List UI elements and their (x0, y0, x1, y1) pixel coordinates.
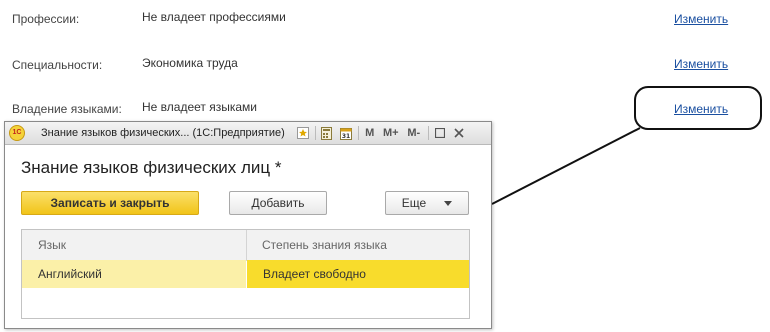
toolbar-separator (357, 126, 359, 140)
column-header-language[interactable]: Язык (38, 230, 66, 260)
add-button[interactable]: Добавить (229, 191, 327, 215)
favorites-star-icon[interactable] (295, 125, 311, 141)
form-title: Знание языков физических лиц * (21, 158, 282, 177)
dialog-titlebar[interactable]: 1С Знание языков физических... (1С:Предп… (5, 122, 491, 145)
calendar-icon[interactable]: 31 (338, 125, 354, 141)
cell-proficiency[interactable]: Владеет свободно (247, 260, 469, 288)
more-dropdown-button[interactable]: Еще (385, 191, 469, 215)
memory-m-icon[interactable]: M (362, 125, 378, 141)
chevron-down-icon (444, 200, 453, 206)
memory-plus-icon[interactable]: M+ (381, 125, 401, 141)
maximize-icon[interactable] (432, 125, 448, 141)
column-divider (246, 230, 247, 260)
toolbar-separator (314, 126, 316, 140)
column-header-proficiency[interactable]: Степень знания языка (262, 230, 387, 260)
save-and-close-button[interactable]: Записать и закрыть (21, 191, 199, 215)
language-dialog: 1С Знание языков физических... (1С:Предп… (4, 121, 492, 329)
toolbar-separator (427, 126, 429, 140)
close-icon[interactable] (451, 125, 467, 141)
svg-text:31: 31 (342, 133, 350, 140)
memory-minus-icon[interactable]: M- (404, 125, 424, 141)
dialog-window-title: Знание языков физических... (1С:Предприя… (41, 127, 285, 139)
app-logo-icon: 1С (9, 125, 25, 141)
table-header: Язык Степень знания языка (22, 230, 469, 261)
more-button-label: Еще (401, 196, 427, 210)
calculator-icon[interactable] (319, 125, 335, 141)
table-row[interactable]: Английский Владеет свободно (22, 260, 469, 288)
languages-table: Язык Степень знания языка Английский Вла… (21, 229, 470, 319)
cell-language[interactable]: Английский (22, 260, 246, 288)
